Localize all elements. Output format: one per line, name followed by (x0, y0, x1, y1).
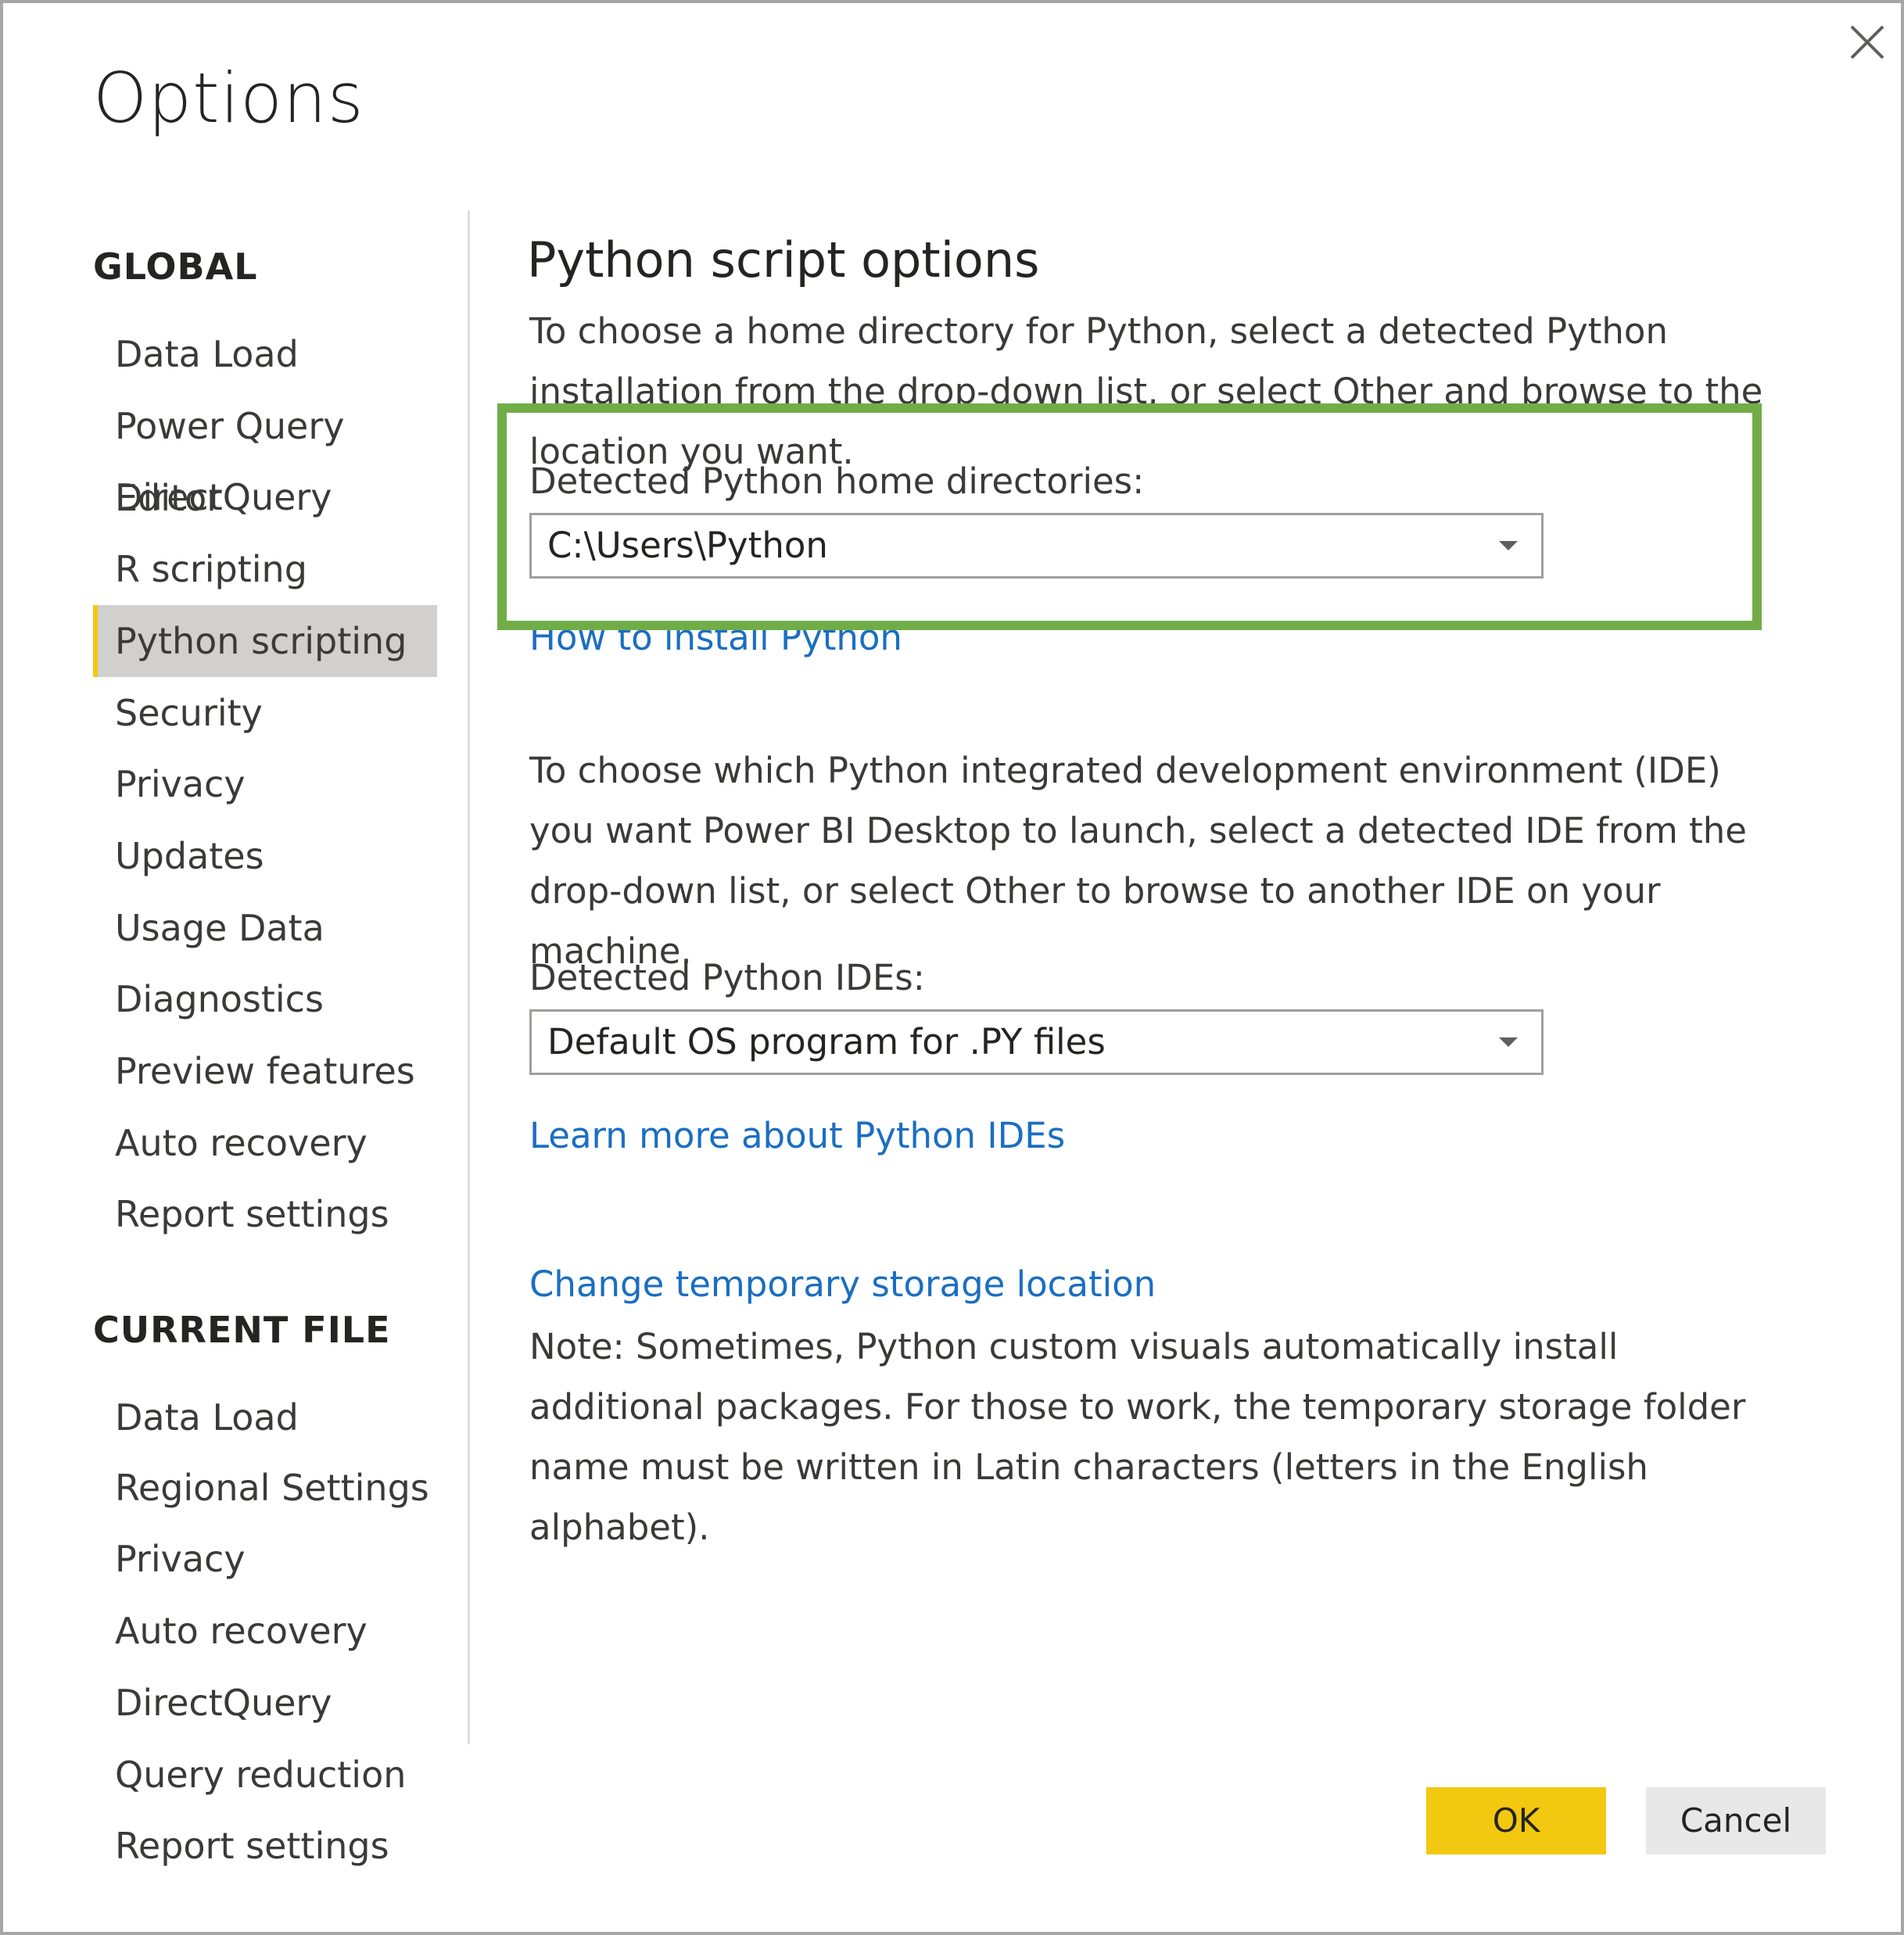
sidebar-item-file-report-settings[interactable]: Report settings (93, 1810, 437, 1882)
sidebar-item-r-scripting[interactable]: R scripting (93, 533, 437, 605)
sidebar-item-file-auto-recovery[interactable]: Auto recovery (93, 1595, 437, 1667)
dialog-title: Options (93, 58, 364, 138)
sidebar-item-power-query-editor[interactable]: Power Query Editor (93, 390, 437, 519)
home-directory-label: Detected Python home directories: (529, 460, 1145, 502)
sidebar-item-global-auto-recovery[interactable]: Auto recovery (93, 1107, 437, 1179)
chevron-down-icon (1499, 1037, 1518, 1047)
sidebar-item-query-reduction[interactable]: Query reduction (93, 1739, 437, 1811)
change-storage-link[interactable]: Change temporary storage location (529, 1263, 1156, 1305)
sidebar-item-diagnostics[interactable]: Diagnostics (93, 963, 437, 1035)
options-dialog: Options GLOBAL Data Load Power Query Edi… (0, 0, 1904, 1935)
python-ides-link[interactable]: Learn more about Python IDEs (529, 1115, 1065, 1156)
sidebar-item-security[interactable]: Security (93, 677, 437, 749)
install-python-link[interactable]: How to install Python (529, 617, 902, 658)
sidebar-item-global-directquery[interactable]: DirectQuery (93, 461, 437, 533)
sidebar-item-python-scripting[interactable]: Python scripting (93, 605, 437, 677)
sidebar-divider (468, 210, 470, 1744)
global-heading: GLOBAL (93, 245, 258, 288)
ide-label: Detected Python IDEs: (529, 957, 925, 998)
home-directory-dropdown[interactable]: C:\Users\Python (529, 513, 1544, 579)
home-directory-description: To choose a home directory for Python, s… (529, 310, 1763, 472)
ide-description: To choose which Python integrated develo… (529, 750, 1747, 972)
cancel-button[interactable]: Cancel (1646, 1787, 1826, 1854)
page-title: Python script options (527, 231, 1040, 288)
sidebar-item-updates[interactable]: Updates (93, 820, 437, 892)
sidebar-item-usage-data[interactable]: Usage Data (93, 892, 437, 964)
sidebar-item-regional-settings[interactable]: Regional Settings (93, 1452, 437, 1524)
sidebar-item-preview-features[interactable]: Preview features (93, 1035, 437, 1107)
sidebar-item-file-directquery[interactable]: DirectQuery (93, 1667, 437, 1739)
sidebar-item-global-privacy[interactable]: Privacy (93, 748, 437, 820)
storage-note: Note: Sometimes, Python custom visuals a… (529, 1326, 1746, 1548)
sidebar-item-file-privacy[interactable]: Privacy (93, 1523, 437, 1595)
current-file-heading: CURRENT FILE (93, 1309, 391, 1351)
close-icon[interactable] (1847, 22, 1888, 63)
ok-button[interactable]: OK (1426, 1787, 1606, 1854)
sidebar-item-global-data-load[interactable]: Data Load (93, 318, 437, 390)
chevron-down-icon (1499, 541, 1518, 550)
home-directory-value: C:\Users\Python (547, 525, 828, 566)
sidebar-item-global-report-settings[interactable]: Report settings (93, 1178, 437, 1250)
sidebar-item-file-data-load[interactable]: Data Load (93, 1381, 437, 1453)
ide-dropdown[interactable]: Default OS program for .PY files (529, 1009, 1544, 1075)
ide-value: Default OS program for .PY files (547, 1021, 1106, 1062)
